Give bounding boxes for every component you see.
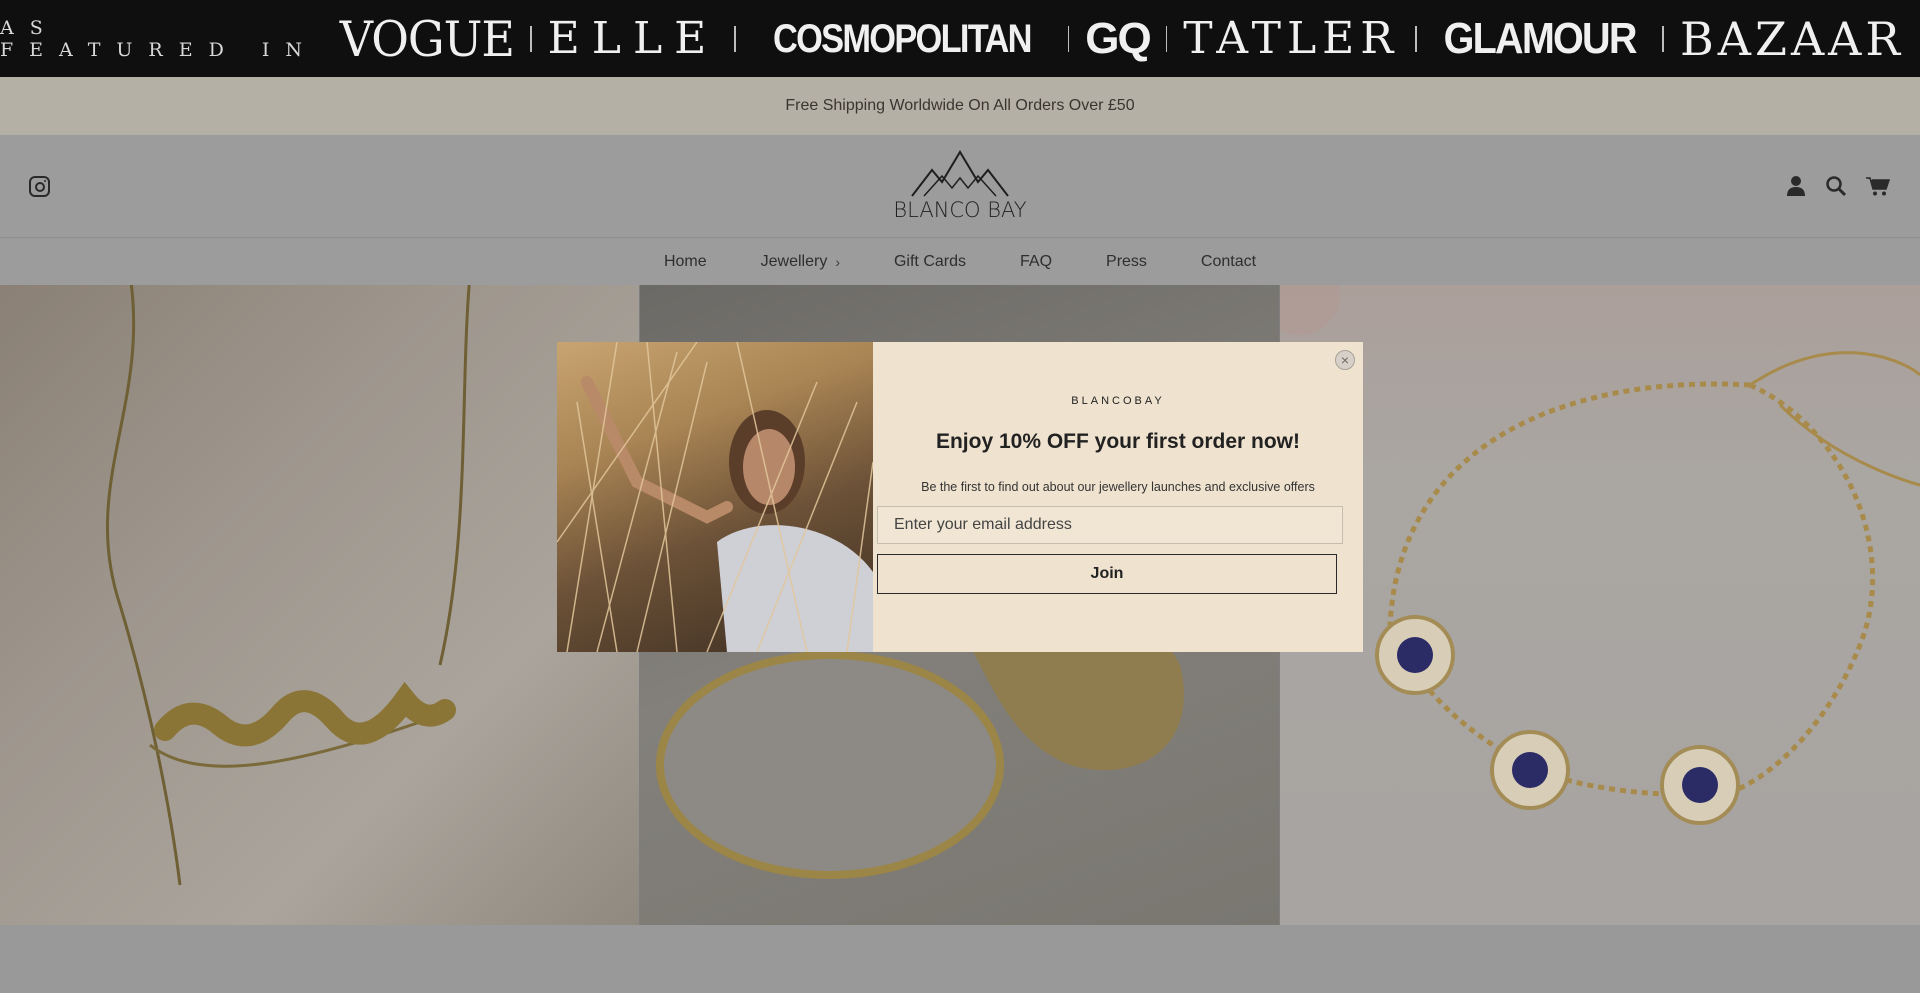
brand-logo[interactable]: BLANCO BAY [890,150,1030,225]
brand-name: BLANCO BAY [893,198,1027,222]
featured-separator [734,25,736,52]
hero-image-arabic-name-necklace[interactable] [0,285,640,925]
necklace-illustration [106,285,471,886]
page-bottom-area [0,925,1920,993]
cosmopolitan-logo: COSMOPOLITAN [772,16,1032,61]
popup-photo-woman-in-grass [557,342,873,652]
site-header: BLANCO BAY [0,135,1920,238]
bracelet-illustration [1280,285,1920,825]
nav-item-home[interactable]: Home [664,253,707,271]
featured-separator [1415,25,1418,52]
elle-logo: ELLE [547,12,719,64]
popup-brand: BLANCOBAY [1071,395,1165,407]
instagram-icon[interactable] [29,176,50,197]
tatler-logo: TATLER [1183,12,1400,64]
nav-item-contact[interactable]: Contact [1201,253,1256,271]
nav-item-faq[interactable]: FAQ [1020,253,1052,271]
close-icon[interactable]: × [1335,350,1355,370]
announcement-bar: Free Shipping Worldwide On All Orders Ov… [0,77,1920,135]
nav-item-gift-cards[interactable]: Gift Cards [894,253,966,271]
vogue-logo: VOGUE [339,10,515,67]
popup-heading: Enjoy 10% OFF your first order now! [935,430,1301,453]
glamour-logo: GLAMOUR [1443,13,1638,63]
grass-photo-illustration [557,342,873,652]
mountain-logo-icon [911,150,1009,197]
popup-content: × BLANCOBAY Enjoy 10% OFF your first ord… [873,342,1363,652]
header-icons [1786,175,1891,197]
page: AS FEATURED IN VOGUE ELLE COSMOPOLITAN G… [0,0,1920,993]
announcement-text: Free Shipping Worldwide On All Orders Ov… [785,97,1135,114]
bazaar-logo: BAZAAR [1679,11,1905,66]
chevron-right-icon: › [835,254,840,270]
search-icon[interactable] [1826,175,1847,197]
hero-image-evil-eye-bracelet[interactable] [1280,285,1920,925]
nav-item-press[interactable]: Press [1106,253,1147,271]
popup-subtext: Be the first to find out about our jewel… [921,480,1315,494]
nav-item-jewellery[interactable]: Jewellery › [761,253,840,271]
gq-logo: GQ [1085,13,1151,63]
cart-icon[interactable] [1866,175,1891,197]
join-button[interactable]: Join [877,554,1337,594]
newsletter-popup: × BLANCOBAY Enjoy 10% OFF your first ord… [557,342,1363,652]
account-icon[interactable] [1786,175,1806,197]
featured-banner: AS FEATURED IN VOGUE ELLE COSMOPOLITAN G… [0,0,1920,77]
featured-prefix: AS FEATURED IN [0,16,318,61]
main-nav: Home Jewellery › Gift Cards FAQ Press Con… [0,239,1920,285]
email-field[interactable] [877,506,1343,544]
